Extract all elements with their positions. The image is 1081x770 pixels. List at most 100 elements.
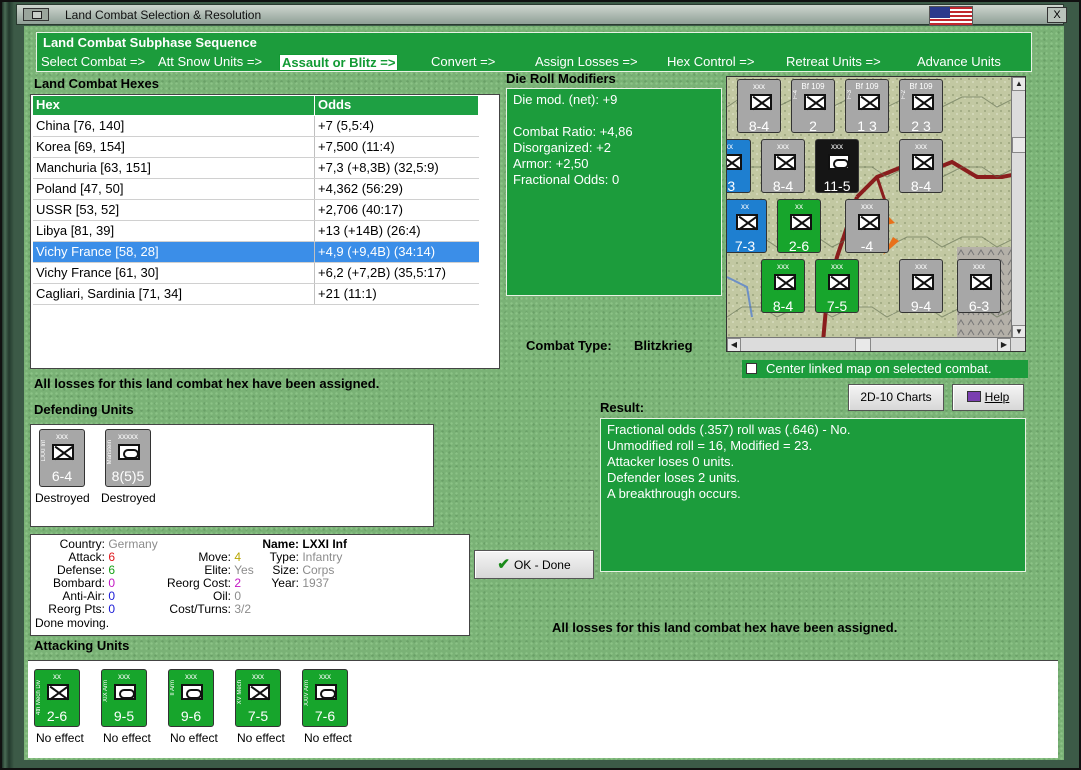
table-row[interactable]: Manchuria [63, 151] +7,3 (+8,3B) (32,5:9) [33, 158, 479, 179]
unit-result: Destroyed [101, 491, 156, 505]
subphase-step[interactable]: Assign Losses => [535, 54, 638, 69]
unit-counter[interactable]: xxx 11-5 [815, 139, 859, 194]
combat-type-value: Blitzkrieg [634, 338, 693, 353]
unit-name: XXIV Arm [304, 680, 310, 707]
unit-counter[interactable]: xxx II Arm 9-6 [168, 669, 214, 727]
subphase-step[interactable]: Retreat Units => [786, 54, 881, 69]
unit-strength: 7-6 [314, 708, 336, 724]
subphase-step[interactable]: Advance Units [917, 54, 1001, 69]
table-row[interactable]: USSR [53, 52] +2,706 (40:17) [33, 200, 479, 221]
table-row[interactable]: Cagliari, Sardinia [71, 34] +21 (11:1) [33, 284, 479, 305]
charts-button[interactable]: 2D-10 Charts [848, 384, 944, 411]
combat-hexes-list[interactable]: Hex Odds China [76, 140] +7 (5,5:4) Korea … [30, 94, 500, 369]
unit-counter[interactable]: xxx -4 [845, 199, 889, 254]
unit-counter[interactable]: Bf 109 F-2 2 3 [899, 79, 943, 134]
unit-counter[interactable]: xxx 6-3 [957, 259, 1001, 314]
checkbox-box[interactable] [746, 363, 757, 374]
help-button-label: Help [984, 390, 1010, 404]
map-horizontal-scrollbar[interactable]: ◀ ▶ [727, 337, 1025, 351]
unit-size: xxx [861, 202, 873, 211]
hex-cell: Vichy France [58, 28] [33, 242, 315, 262]
unit-counter[interactable]: Bf 109 F-4 2 [791, 79, 835, 134]
column-header-hex[interactable]: Hex [33, 96, 315, 115]
unit-size: xx [795, 202, 803, 211]
info-reorg-cost: Reorg Cost: 2 [166, 576, 242, 590]
linked-map[interactable]: xxx 8-4 Bf 109 F-4 2 Bf 109 F-3 1 3 Bf 109 F-2 2 3… [726, 76, 1026, 352]
unit-counter[interactable]: xxx 8-4 [761, 139, 805, 194]
infantry-symbol-icon [970, 274, 992, 290]
hex-cell: USSR [53, 52] [33, 200, 315, 220]
subphase-step[interactable]: Assault or Blitz => [279, 54, 399, 71]
unit-counter[interactable]: xxx 8-4 [899, 139, 943, 194]
unit-size: xxx [777, 262, 789, 271]
info-cost-turns: Cost/Turns: 3/2 [169, 602, 252, 616]
table-row[interactable]: Vichy France [58, 28] +4,9 (+9,4B) (34:14… [33, 242, 479, 263]
info-elite: Elite: Yes [204, 563, 254, 577]
close-button[interactable]: X [1047, 7, 1067, 23]
hex-cell: Cagliari, Sardinia [71, 34] [33, 284, 315, 304]
center-map-checkbox[interactable]: Center linked map on selected combat. [742, 360, 1028, 378]
subphase-step[interactable]: Convert => [431, 54, 495, 69]
window-menu-icon[interactable] [23, 8, 49, 21]
attacking-units-label: Attacking Units [34, 638, 130, 653]
hex-cell: Poland [47, 50] [33, 179, 315, 199]
unit-strength: 7-5 [826, 298, 848, 314]
result-line: Fractional odds (.357) roll was (.646) -… [607, 422, 851, 437]
subphase-sequence-title: Land Combat Subphase Sequence [41, 35, 259, 50]
unit-counter[interactable]: xxx 8-4 [737, 79, 781, 134]
unit-strength: 11-5 [823, 178, 851, 194]
unit-strength: 8-4 [748, 118, 770, 134]
subphase-step[interactable]: Hex Control => [667, 54, 754, 69]
unit-counter[interactable]: xx -3 [727, 139, 751, 194]
unit-counter[interactable]: xxx 7-5 [815, 259, 859, 314]
unit-strength: 1 3 [857, 118, 877, 134]
unit-counter[interactable]: xxx 8-4 [761, 259, 805, 314]
unit-counter[interactable]: xxx XXIV Arm 7-6 [302, 669, 348, 727]
modifier-line [513, 108, 715, 124]
map-vertical-scrollbar[interactable]: ▲ ▼ [1011, 77, 1025, 339]
unit-counter[interactable]: xx 7-3 [727, 199, 767, 254]
column-header-odds[interactable]: Odds [315, 96, 479, 115]
losses-assigned-message-bottom: All losses for this land combat hex have… [552, 620, 898, 635]
subphase-step[interactable]: Att Snow Units => [158, 54, 262, 69]
attacking-units-list: xx 4th Mech Div 2-6 No effect xxx XIX Arm 9-5 N… [28, 660, 1058, 758]
unit-strength: 2-6 [46, 708, 68, 724]
ok-done-button[interactable]: ✔ OK - Done [474, 550, 594, 579]
unit-counter[interactable]: xx 2-6 [777, 199, 821, 254]
title-bar[interactable]: Land Combat Selection & Resolution X [16, 4, 1067, 26]
scroll-left-icon[interactable]: ◀ [727, 338, 741, 351]
subphase-step[interactable]: Select Combat => [41, 54, 145, 69]
unit-size: xxx [831, 142, 843, 151]
unit-counter[interactable]: Bf 109 F-3 1 3 [845, 79, 889, 134]
scroll-up-icon[interactable]: ▲ [1012, 77, 1025, 91]
table-row[interactable]: Vichy France [61, 30] +6,2 (+7,2B) (35,5:… [33, 263, 479, 284]
unit-counter[interactable]: xxx XIX Arm 9-5 [101, 669, 147, 727]
unit-counter[interactable]: xxx LXXI Inf 6-4 [39, 429, 85, 487]
table-row[interactable]: Poland [47, 50] +4,362 (56:29) [33, 179, 479, 200]
map-horizontal-scroll-thumb[interactable] [855, 338, 871, 351]
unit-strength: 2 3 [911, 118, 931, 134]
scroll-right-icon[interactable]: ▶ [997, 338, 1011, 351]
unit-strength: 2-6 [788, 238, 810, 254]
unit-counter[interactable]: xxx XV Mech 7-5 [235, 669, 281, 727]
info-move: Move: 4 [198, 550, 242, 564]
unit-strength: 2 [809, 118, 817, 134]
unit-counter[interactable]: xx 4th Mech Div 2-6 [34, 669, 80, 727]
infantry-symbol-icon [52, 444, 74, 460]
unit-counter[interactable]: xxx 9-4 [899, 259, 943, 314]
unit-counter[interactable]: xxxxx Manstein 8(5)5 [105, 429, 151, 487]
infantry-symbol-icon [736, 214, 758, 230]
unit-size: xxx [777, 142, 789, 151]
table-row[interactable]: China [76, 140] +7 (5,5:4) [33, 116, 479, 137]
unit-size: xxx [973, 262, 985, 271]
window-title: Land Combat Selection & Resolution [65, 8, 262, 22]
table-row[interactable]: Libya [81, 39] +13 (+14B) (26:4) [33, 221, 479, 242]
unit-size: xxx [831, 262, 843, 271]
combat-hexes-header: Hex Odds [33, 96, 479, 115]
armor-symbol-icon [828, 154, 850, 170]
defending-units-list: xxx LXXI Inf 6-4 Destroyed xxxxx Manstein 8(5)… [30, 424, 434, 527]
map-vertical-scroll-thumb[interactable] [1012, 137, 1025, 153]
table-row[interactable]: Korea [69, 154] +7,500 (11:4) [33, 137, 479, 158]
result-label: Result: [600, 400, 645, 415]
help-button[interactable]: Help [952, 384, 1024, 411]
